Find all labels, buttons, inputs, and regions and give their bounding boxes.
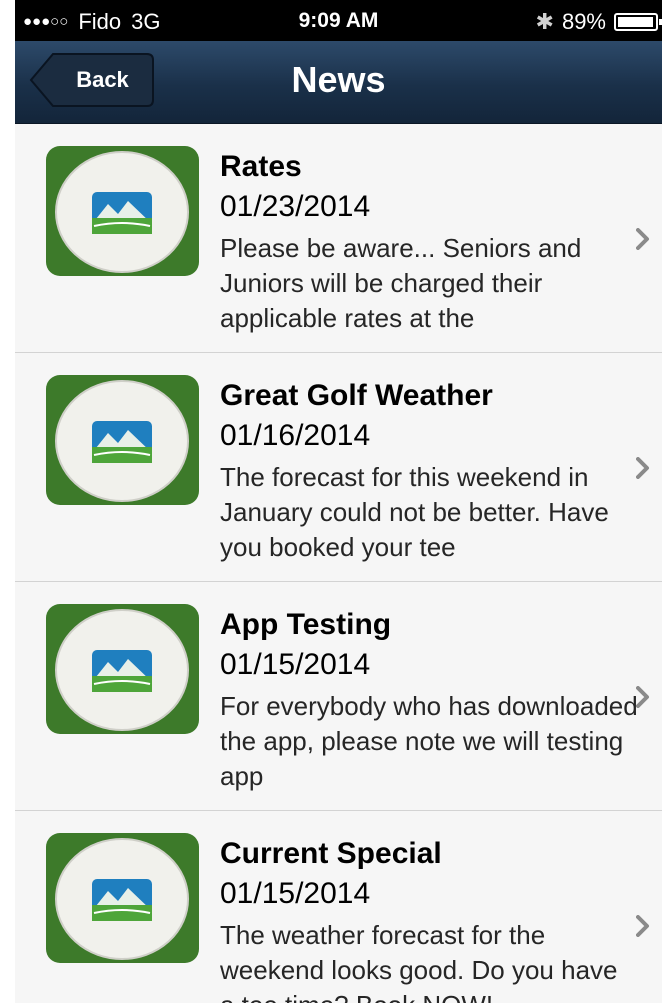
- news-title: App Testing: [220, 608, 392, 641]
- battery-icon: [614, 13, 662, 31]
- navigation-bar: Back News: [15, 41, 662, 124]
- chevron-right-icon: [636, 228, 649, 250]
- news-item[interactable]: Great Golf Weather 01/16/2014 The foreca…: [15, 353, 662, 582]
- news-list: Rates 01/23/2014 Please be aware... Seni…: [15, 124, 662, 1003]
- golf-ball-thumbnail-icon: [46, 146, 199, 276]
- news-item[interactable]: Rates 01/23/2014 Please be aware... Seni…: [15, 124, 662, 353]
- phone-screen: ●●●○○ Fido 3G 9:09 AM ✱ 89% Back News Ra…: [15, 0, 662, 1003]
- news-item[interactable]: App Testing 01/15/2014 For everybody who…: [15, 582, 662, 811]
- bluetooth-icon: ✱: [535, 9, 554, 34]
- golf-ball-thumbnail-icon: [46, 375, 199, 505]
- status-right: ✱ 89%: [535, 9, 662, 35]
- news-item[interactable]: Current Special 01/15/2014 The weather f…: [15, 811, 662, 1003]
- chevron-right-icon: [636, 915, 649, 937]
- golf-ball-thumbnail-icon: [46, 604, 199, 734]
- news-snippet: For everybody who has downloaded the app…: [220, 691, 638, 791]
- golf-ball-thumbnail-icon: [46, 833, 199, 963]
- news-date: 01/16/2014: [220, 419, 371, 452]
- news-date: 01/23/2014: [220, 190, 371, 223]
- news-snippet: The forecast for this weekend in January…: [220, 462, 609, 562]
- news-title: Rates: [220, 150, 302, 183]
- page-title: News: [291, 59, 386, 100]
- news-title: Great Golf Weather: [220, 379, 493, 412]
- news-snippet: Please be aware... Seniors and Juniors w…: [220, 233, 582, 333]
- chevron-right-icon: [636, 686, 649, 708]
- news-title: Current Special: [220, 837, 442, 870]
- chevron-right-icon: [636, 457, 649, 479]
- news-date: 01/15/2014: [220, 877, 371, 910]
- news-date: 01/15/2014: [220, 648, 371, 681]
- battery-percent: 89%: [561, 9, 606, 34]
- status-bar: ●●●○○ Fido 3G 9:09 AM ✱ 89%: [15, 0, 662, 41]
- news-snippet: The weather forecast for the weekend loo…: [220, 920, 618, 1003]
